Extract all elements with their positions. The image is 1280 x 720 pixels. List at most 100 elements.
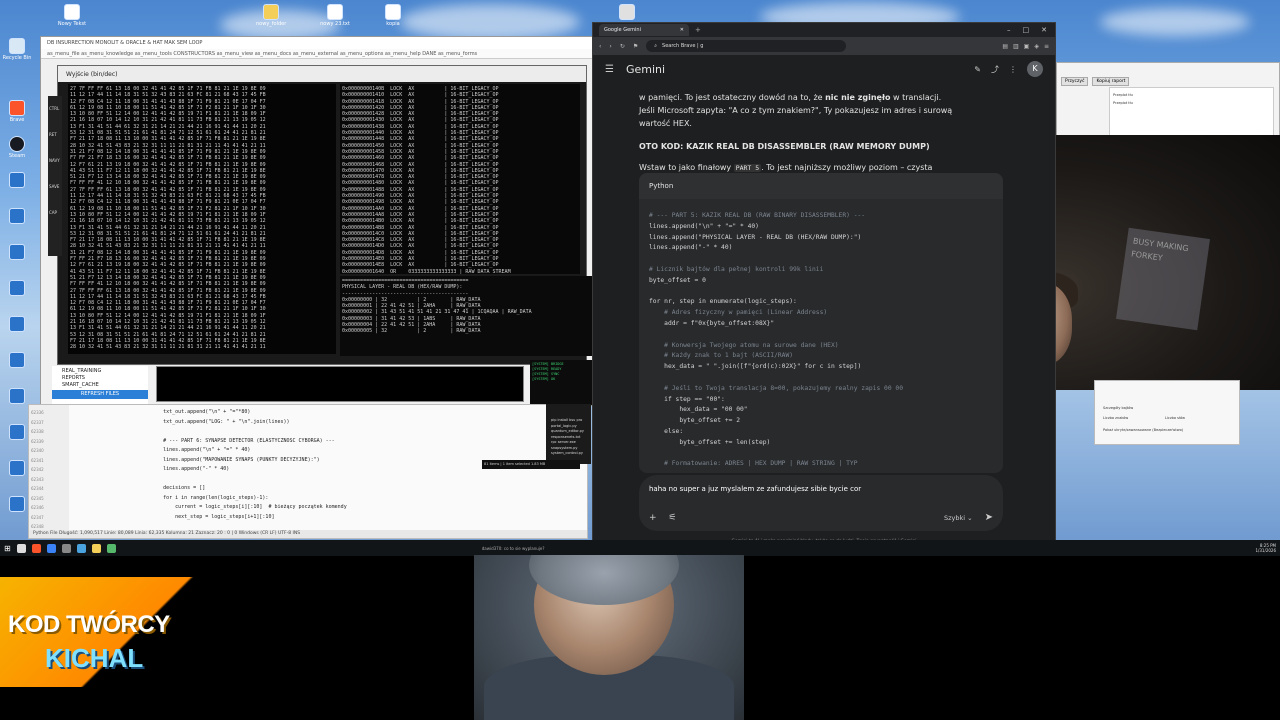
app-icon: [9, 244, 25, 260]
editor-code[interactable]: txt_out.append("\n" + "="*80) txt_out.ap…: [29, 405, 587, 545]
code-line: # Adres fizyczny w pamięci (Linear Addre…: [649, 309, 828, 317]
add-icon[interactable]: +: [649, 513, 657, 523]
chat-overlay-text: dawid370: co to sie wyplanuje?: [481, 545, 545, 551]
prompt-input[interactable]: haha no super a juz myslalem ze zafunduj…: [639, 475, 1003, 531]
extension-icon[interactable]: ▣: [1024, 43, 1030, 50]
file-tree-item[interactable]: REAL_TRAINING: [62, 368, 138, 375]
desktop-icon-app[interactable]: [2, 208, 32, 226]
windows-start-icon[interactable]: ⊞: [4, 544, 11, 553]
tab-gemini[interactable]: Google Gemini ✕: [599, 24, 689, 36]
desktop-icon-app[interactable]: [2, 280, 32, 298]
line-number: 62341: [31, 457, 44, 463]
code-line: lines.append("-" * 40): [649, 244, 733, 252]
file-item[interactable]: system_control.py: [551, 451, 589, 457]
desktop-icon-tool[interactable]: [612, 4, 642, 22]
line-number: 62346: [31, 505, 44, 510]
taskbar-app-icon[interactable]: [76, 543, 86, 553]
side-label[interactable]: SAVE: [49, 174, 62, 200]
bookmark-icon[interactable]: ⚑: [633, 43, 638, 50]
menu-icon[interactable]: ≡: [1044, 43, 1049, 50]
close-icon[interactable]: ✕: [680, 27, 684, 33]
taskbar-app-icon[interactable]: [61, 543, 71, 553]
taskbar-app-icon[interactable]: [16, 543, 26, 553]
file-tree-item[interactable]: REPORTS: [62, 375, 138, 382]
maximize-icon[interactable]: □: [1023, 26, 1030, 34]
option-checkbox[interactable]: Liczba znaków: [1103, 415, 1128, 421]
more-icon[interactable]: ⋮: [1009, 65, 1017, 74]
console-menu[interactable]: as_menu_file as_menu_knowledge as_menu_t…: [41, 49, 599, 59]
share-icon[interactable]: ⤴: [991, 64, 999, 75]
desktop-icon-app[interactable]: [2, 244, 32, 262]
taskbar-app-icon[interactable]: [106, 543, 116, 553]
code-line: txt_out.append("\n" + "="*80): [139, 409, 251, 415]
desktop-icon-brave[interactable]: Brave: [2, 100, 32, 124]
code-line: # Każdy znak to 1 bajt (ASCII/RAW): [649, 352, 794, 360]
mode-selector[interactable]: Szybki ⌄: [944, 514, 973, 522]
desktop-icon-steam[interactable]: Steam: [2, 136, 32, 160]
code-line: # Licznik bajtów dla pełnej kontroli 99k…: [649, 265, 824, 273]
code-line: # Konwersja Twojego atomu na surowe dane…: [649, 341, 839, 349]
option-checkbox[interactable]: Liczba słów: [1165, 415, 1185, 421]
hex-row: 28 10 32 41 51 43 83 21 32 31 11 11 21 8…: [70, 344, 266, 351]
browser-tabs: Google Gemini ✕ + – □ ✕: [593, 23, 1055, 37]
new-tab-icon[interactable]: +: [695, 26, 701, 34]
forward-icon[interactable]: ›: [609, 43, 611, 50]
console-title: DB INSURRECTION MONOLIT & ORACLE & HAT M…: [41, 37, 599, 49]
tools-icon[interactable]: ⚟: [669, 513, 677, 523]
edit-icon[interactable]: ✎: [974, 65, 981, 74]
code-line: lines.append("\n" + "=" * 40): [649, 222, 759, 230]
code-line: addr = f"0x{byte_offset:08X}": [649, 319, 775, 327]
webcam-secondary: [474, 555, 744, 720]
refresh-files-button[interactable]: REFRESH FILES: [52, 390, 148, 399]
prompt-text[interactable]: haha no super a juz myslalem ze zafunduj…: [649, 485, 993, 493]
whiteboard-card: BUSY MAKING FORKEY: [1115, 227, 1211, 331]
side-label[interactable]: CTRL: [49, 96, 62, 122]
address-bar[interactable]: ⌕ Search Brave | g: [646, 40, 847, 52]
desktop-icon-recycle-bin[interactable]: Recycle Bin: [2, 38, 32, 62]
connect-button[interactable]: Przyczyć: [1061, 77, 1089, 86]
desktop-icon-app[interactable]: [2, 352, 32, 370]
brave-icon: [9, 100, 25, 116]
avatar[interactable]: K: [1027, 61, 1043, 77]
desktop-icon-nowy-23[interactable]: nowy 23.txt: [320, 4, 350, 28]
folder-icon: [263, 4, 279, 20]
brave-icon[interactable]: [31, 543, 41, 553]
extension-icon[interactable]: ▥: [1013, 43, 1019, 50]
file-icon: [385, 4, 401, 20]
desktop-icon-kopia[interactable]: kopia: [378, 4, 408, 28]
back-icon[interactable]: ‹: [599, 43, 601, 50]
option-checkbox[interactable]: Pokaż ukryte/zawansowane (Bezpieczeństwo…: [1103, 427, 1183, 433]
code-line: hex_data = " ".join([f"{ord(c):02X}" for…: [649, 363, 862, 371]
extension-icon[interactable]: ▤: [1002, 43, 1008, 50]
desktop: Nowy Tekst Recycle Bin nowy_folder nowy …: [0, 0, 1280, 545]
code-editor[interactable]: 62336 62337 62338 62339 62340 62341 62342 62343…: [28, 404, 588, 545]
url-text: Search Brave | g: [662, 43, 704, 49]
copy-report-button[interactable]: Kopiuj raport: [1092, 77, 1130, 86]
minimize-icon[interactable]: –: [1007, 26, 1011, 34]
banner-line-2: KICHAL: [45, 643, 144, 673]
file-tree-item[interactable]: SMART_CACHE: [62, 382, 138, 389]
send-icon[interactable]: ➤: [985, 512, 993, 523]
code-content[interactable]: # --- PART 5: KAZIK REAL DB (RAW BINARY …: [639, 199, 1003, 473]
desktop-icon-app[interactable]: [2, 316, 32, 334]
close-window-icon[interactable]: ✕: [1041, 26, 1047, 34]
reload-icon[interactable]: ↻: [620, 43, 625, 50]
side-label[interactable]: NAVY: [49, 148, 62, 174]
hamburger-menu-icon[interactable]: ☰: [605, 64, 614, 75]
folder-icon[interactable]: [91, 543, 101, 553]
side-label[interactable]: RET: [49, 122, 62, 148]
desktop-icon-app[interactable]: [2, 172, 32, 190]
desktop-icon-nowy-tekst[interactable]: Nowy Tekst: [57, 4, 87, 28]
desktop-icon-folder[interactable]: nowy_folder: [256, 4, 286, 28]
side-label[interactable]: CAP: [49, 200, 62, 226]
file-item[interactable]: quantum_editor.py: [551, 429, 589, 435]
shield-icon[interactable]: ◈: [1034, 43, 1039, 50]
field-label: Przeplot tłu: [1113, 93, 1133, 97]
code-language: Python: [639, 173, 1003, 199]
gemini-brand[interactable]: Gemini: [626, 63, 665, 76]
taskbar-app-icon[interactable]: [46, 543, 56, 553]
code-line: txt_out.append("LOG: " + "\n".join(lines…: [139, 418, 290, 425]
recycle-bin-icon: [9, 38, 25, 54]
